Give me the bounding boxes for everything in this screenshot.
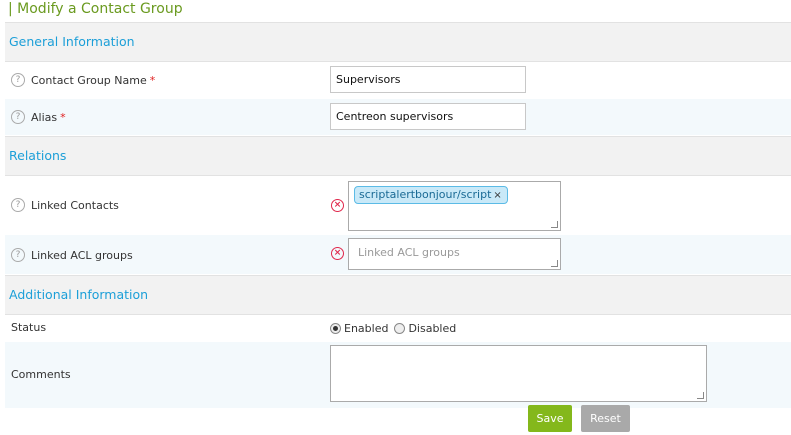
clear-icon[interactable]: × xyxy=(331,247,344,260)
linked-contacts-select[interactable]: scriptalertbonjour/script × xyxy=(348,181,561,231)
status-enabled-label[interactable]: Enabled xyxy=(344,322,388,335)
section-general-information: General Information xyxy=(5,22,791,62)
row-comments: Comments xyxy=(5,342,791,409)
status-label: Status xyxy=(11,321,47,334)
help-icon[interactable]: ? xyxy=(11,110,25,124)
alias-input[interactable]: Centreon supervisors xyxy=(330,103,526,130)
label-group: ? Linked Contacts xyxy=(11,198,119,212)
row-linked-contacts: ? Linked Contacts × scriptalertbonjour/s… xyxy=(5,176,791,235)
linked-acl-groups-label: Linked ACL groups xyxy=(31,248,133,262)
linked-acl-groups-placeholder: Linked ACL groups xyxy=(358,246,460,259)
linked-contacts-label: Linked Contacts xyxy=(31,198,119,212)
resize-handle-icon[interactable] xyxy=(551,221,558,228)
resize-handle-icon[interactable] xyxy=(551,260,558,267)
section-relations: Relations xyxy=(5,136,791,176)
linked-contact-tag-label: scriptalertbonjour/script xyxy=(359,188,492,201)
label-group: Comments xyxy=(11,368,71,381)
help-icon[interactable]: ? xyxy=(11,73,25,87)
resize-handle-icon[interactable] xyxy=(697,392,704,399)
row-contact-group-name: ? Contact Group Name * Supervisors xyxy=(5,62,791,99)
section-additional-information: Additional Information xyxy=(5,275,791,315)
help-icon[interactable]: ? xyxy=(11,248,25,262)
required-marker: * xyxy=(60,110,66,124)
status-disabled-label[interactable]: Disabled xyxy=(408,322,456,335)
clear-icon[interactable]: × xyxy=(331,199,344,212)
status-disabled-radio[interactable] xyxy=(394,323,406,334)
status-enabled-radio[interactable] xyxy=(330,323,341,334)
label-group: ? Linked ACL groups xyxy=(11,248,133,262)
row-linked-acl-groups: ? Linked ACL groups × Linked ACL groups xyxy=(5,235,791,275)
help-icon[interactable]: ? xyxy=(11,198,25,212)
save-button[interactable]: Save xyxy=(528,405,572,432)
status-radio-group: Enabled Disabled xyxy=(330,322,456,335)
contact-group-name-input[interactable]: Supervisors xyxy=(330,66,526,93)
linked-acl-groups-select[interactable]: Linked ACL groups xyxy=(348,238,561,270)
alias-label: Alias xyxy=(31,110,58,124)
page-title: | Modify a Contact Group xyxy=(8,1,183,17)
label-group: Status xyxy=(11,321,46,334)
linked-contact-tag: scriptalertbonjour/script × xyxy=(354,186,508,204)
label-group: ? Contact Group Name * xyxy=(11,73,155,87)
row-alias: ? Alias * Centreon supervisors xyxy=(5,99,791,136)
reset-button[interactable]: Reset xyxy=(581,405,630,432)
comments-textarea[interactable] xyxy=(330,345,707,402)
row-status: Status Enabled Disabled xyxy=(5,315,791,342)
tag-remove-icon[interactable]: × xyxy=(493,190,501,201)
label-group: ? Alias * xyxy=(11,110,66,124)
contact-group-form: General Information ? Contact Group Name… xyxy=(5,22,791,409)
required-marker: * xyxy=(149,73,156,87)
contact-group-name-label: Contact Group Name xyxy=(31,73,147,87)
comments-label: Comments xyxy=(11,368,71,381)
